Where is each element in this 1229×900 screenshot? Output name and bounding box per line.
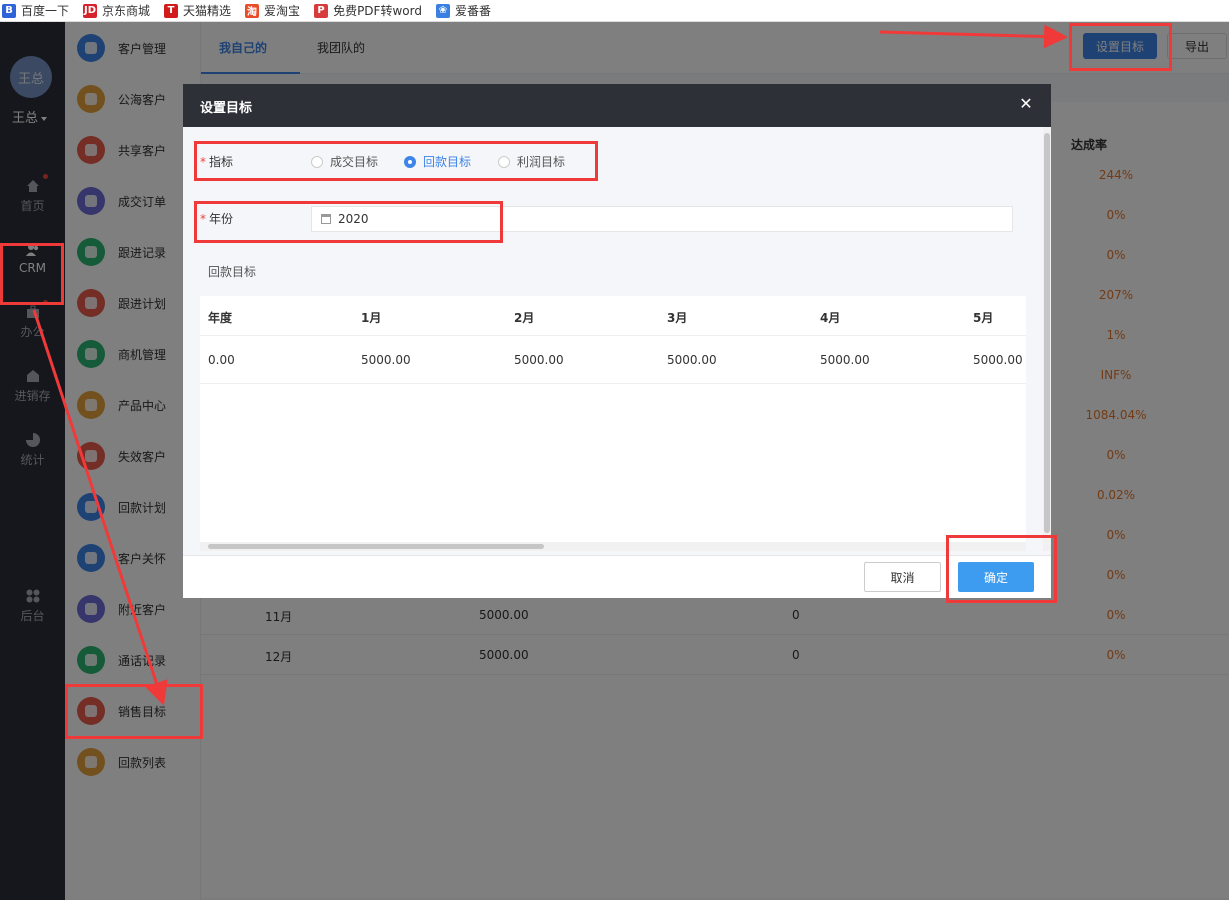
year-label-text: 年份	[209, 212, 234, 226]
set-goal-dialog: 设置目标 ✕ * 指标 成交目标 回款目标 利润目标 * 年份 2020 回款目标 年度…	[183, 84, 1051, 598]
bookmark-1[interactable]: JD 京东商城	[83, 0, 151, 21]
column-header: 1月	[361, 311, 382, 325]
year-label: * 年份	[200, 210, 233, 227]
table-header: 年度 1月 2月 3月 4月 5月	[200, 296, 1026, 336]
dialog-title: 设置目标	[200, 101, 253, 116]
bookmark-label: 爱淘宝	[264, 4, 301, 18]
dialog-footer: 取消 确定	[183, 555, 1051, 598]
indicator-label: * 指标	[200, 153, 233, 170]
radio-icon	[404, 155, 416, 168]
scroll-thumb[interactable]	[1044, 133, 1050, 533]
scroll-thumb[interactable]	[208, 544, 544, 549]
bookmark-label: 百度一下	[21, 4, 70, 18]
indicator-label-text: 指标	[209, 155, 234, 169]
bookmark-5[interactable]: ❀ 爱番番	[435, 0, 491, 21]
radio-icon	[311, 155, 323, 168]
table-cell: 5000.00	[361, 353, 411, 367]
baidu-icon: B	[2, 3, 16, 18]
table-cell: 0.00	[208, 353, 235, 367]
section-title: 回款目标	[208, 265, 257, 279]
bookmark-label: 京东商城	[102, 4, 151, 18]
pdf-icon: P	[314, 3, 329, 18]
radio-option-2[interactable]: 利润目标	[498, 153, 565, 170]
column-header: 3月	[667, 311, 688, 325]
required-mark: *	[200, 155, 206, 169]
bookmark-4[interactable]: P 免费PDF转word	[314, 0, 422, 21]
calendar-icon	[321, 214, 331, 224]
paw-icon: ❀	[435, 3, 450, 18]
bookmark-2[interactable]: T 天猫精选	[164, 0, 232, 21]
radio-icon	[498, 155, 510, 168]
year-picker[interactable]: 2020	[311, 206, 1013, 232]
table-cell: 5000.00	[667, 353, 717, 367]
cancel-button[interactable]: 取消	[864, 562, 941, 592]
radio-label: 成交目标	[330, 155, 379, 169]
jd-icon: JD	[83, 3, 98, 18]
close-icon[interactable]: ✕	[1018, 96, 1034, 112]
column-header: 4月	[820, 311, 841, 325]
radio-option-0[interactable]: 成交目标	[311, 153, 378, 170]
bookmark-label: 免费PDF转word	[333, 4, 422, 18]
required-mark: *	[200, 212, 206, 226]
monthly-goal-table: 年度 1月 2月 3月 4月 5月 0.00 5000.00 5000.00 5000.00 50…	[200, 296, 1026, 551]
column-header: 年度	[208, 311, 233, 325]
taobao-icon: 淘	[245, 3, 260, 18]
radio-option-1[interactable]: 回款目标	[404, 153, 471, 170]
tmall-icon: T	[164, 3, 179, 18]
column-header: 5月	[973, 311, 994, 325]
dialog-header: 设置目标 ✕	[183, 84, 1051, 127]
radio-label: 利润目标	[517, 155, 566, 169]
table-cell: 5000.00	[820, 353, 870, 367]
bookmark-0[interactable]: B 百度一下	[2, 0, 70, 21]
bookmark-3[interactable]: 淘爱淘宝	[245, 0, 301, 21]
bookmark-label: 爱番番	[454, 4, 491, 18]
vertical-scrollbar[interactable]	[1043, 127, 1051, 551]
radio-label: 回款目标	[423, 155, 472, 169]
bookmarks-bar: B 百度一下 JD 京东商城 T 天猫精选淘爱淘宝 P 免费PDF转word ❀ 爱番番	[0, 0, 1229, 22]
table-cell: 5000.00	[514, 353, 564, 367]
horizontal-scrollbar[interactable]	[200, 542, 1026, 551]
year-value: 2020	[338, 212, 369, 226]
table-row: 0.00 5000.00 5000.00 5000.00 5000.00 5000.00	[200, 336, 1026, 384]
bookmark-label: 天猫精选	[183, 4, 232, 18]
column-header: 2月	[514, 311, 535, 325]
confirm-button[interactable]: 确定	[958, 562, 1034, 592]
table-cell: 5000.00	[973, 353, 1023, 367]
